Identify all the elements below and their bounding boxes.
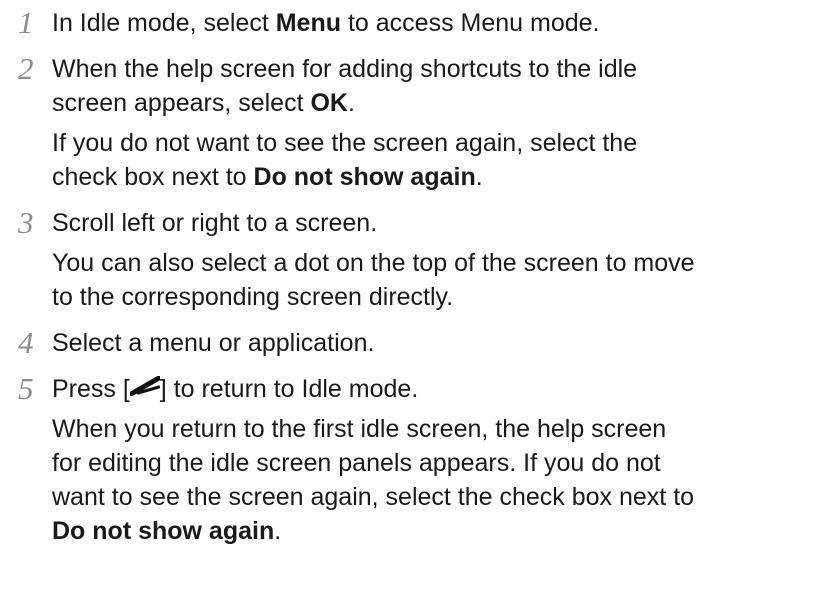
step-number: 2 xyxy=(18,51,34,86)
step-line: want to see the screen again, select the… xyxy=(52,483,695,511)
step-line: check box next to Do not show again. xyxy=(52,163,483,191)
step-4: 4 Select a menu or application. xyxy=(18,326,808,360)
step-line: When the help screen for adding shortcut… xyxy=(52,55,638,83)
step-number: 5 xyxy=(18,371,34,406)
step-line: Scroll left or right to a screen. xyxy=(52,209,378,237)
step-number: 3 xyxy=(18,205,34,240)
step-note: When you return to the first idle screen… xyxy=(52,415,667,443)
step-5: 5 Press [] to return to Idle mode. When … xyxy=(18,372,808,548)
step-note: You can also select a dot on the top of … xyxy=(52,249,695,277)
step-line: Do not show again. xyxy=(52,517,282,545)
step-3: 3 Scroll left or right to a screen. You … xyxy=(18,206,808,314)
step-line: screen appears, select OK. xyxy=(52,89,355,117)
step-line: In Idle mode, select Menu to access Menu… xyxy=(52,9,600,37)
back-key-icon xyxy=(128,371,162,405)
step-number: 1 xyxy=(18,5,34,40)
step-line: for editing the idle screen panels appea… xyxy=(52,449,661,477)
step-line: Select a menu or application. xyxy=(52,329,375,357)
step-note: If you do not want to see the screen aga… xyxy=(52,129,638,157)
step-line: to the corresponding screen directly. xyxy=(52,283,454,311)
instruction-steps: 1 In Idle mode, select Menu to access Me… xyxy=(18,6,808,548)
step-1: 1 In Idle mode, select Menu to access Me… xyxy=(18,6,808,40)
step-2: 2 When the help screen for adding shortc… xyxy=(18,52,808,194)
step-number: 4 xyxy=(18,325,34,360)
step-line: Press [] to return to Idle mode. xyxy=(52,372,808,406)
